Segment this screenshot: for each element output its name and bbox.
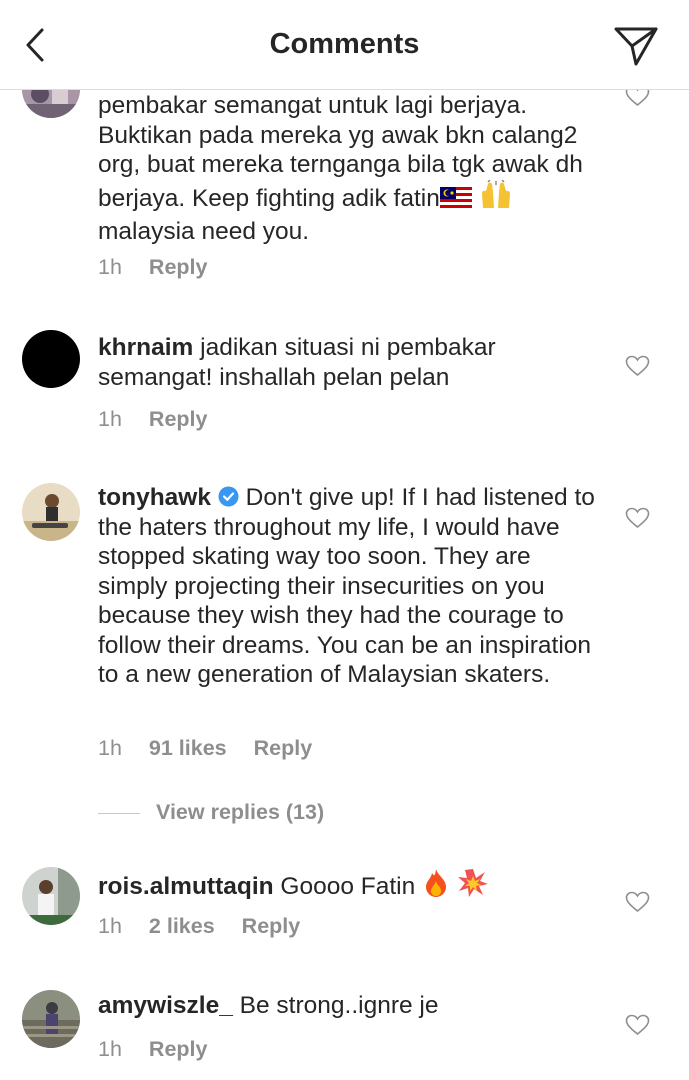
raised-hands-icon bbox=[479, 178, 513, 218]
avatar[interactable] bbox=[22, 990, 80, 1048]
comment-text: khrnaim jadikan situasi ni pembakar sema… bbox=[98, 333, 598, 392]
comment-username[interactable]: khrnaim bbox=[98, 334, 193, 361]
avatar-image bbox=[22, 867, 80, 925]
fire-icon bbox=[422, 868, 450, 906]
header-bar: Comments bbox=[0, 0, 689, 90]
reply-button[interactable]: Reply bbox=[254, 736, 313, 761]
heart-icon[interactable] bbox=[625, 507, 650, 529]
reply-button[interactable]: Reply bbox=[149, 407, 208, 432]
comment-meta: 1h 2 likes Reply bbox=[98, 914, 327, 939]
reply-button[interactable]: Reply bbox=[149, 1037, 208, 1062]
malaysia-flag-icon bbox=[439, 186, 472, 217]
heart-icon[interactable] bbox=[625, 891, 650, 913]
comment-text: tonyhawk Don't give up! If I had listene… bbox=[98, 483, 598, 690]
avatar-image bbox=[22, 483, 80, 541]
divider-line bbox=[98, 812, 140, 814]
comment-username[interactable]: rois.almuttaqin bbox=[98, 873, 274, 900]
view-replies-button[interactable]: View replies (13) bbox=[98, 800, 324, 825]
heart-icon[interactable] bbox=[625, 1014, 650, 1036]
comment-username[interactable]: amywiszle_ bbox=[98, 992, 233, 1019]
comment-body: Goooo Fatin bbox=[280, 873, 416, 900]
reply-button[interactable]: Reply bbox=[149, 255, 208, 280]
comment-meta: 1h Reply bbox=[98, 255, 234, 280]
comment-username[interactable]: tonyhawk bbox=[98, 484, 211, 511]
comment-time: 1h bbox=[98, 407, 122, 431]
comment-body: Be strong..ignre je bbox=[239, 992, 439, 1019]
comment-text: amywiszle_ Be strong..ignre je bbox=[98, 991, 598, 1021]
avatar[interactable] bbox=[22, 483, 80, 541]
comment-text: pembakar semangat untuk lagi berjaya. Bu… bbox=[98, 91, 598, 247]
comment-body-end: malaysia need you. bbox=[98, 218, 310, 245]
comment-time: 1h bbox=[98, 1037, 122, 1061]
collision-icon bbox=[457, 868, 489, 906]
avatar[interactable] bbox=[22, 867, 80, 925]
comment-meta: 1h Reply bbox=[98, 1037, 234, 1062]
comment-meta: 1h 91 likes Reply bbox=[98, 736, 339, 761]
verified-badge-icon bbox=[218, 485, 239, 507]
page-title: Comments bbox=[269, 28, 420, 60]
avatar-image bbox=[22, 990, 80, 1048]
comment-body: Don't give up! If I had listened to the … bbox=[98, 484, 595, 688]
comment-text: rois.almuttaqin Goooo Fatin bbox=[98, 868, 598, 906]
view-replies-label: View replies (13) bbox=[156, 800, 325, 824]
likes-count[interactable]: 2 likes bbox=[149, 914, 215, 939]
heart-icon[interactable] bbox=[625, 355, 650, 377]
likes-count[interactable]: 91 likes bbox=[149, 736, 227, 761]
comment-time: 1h bbox=[98, 914, 122, 938]
reply-button[interactable]: Reply bbox=[242, 914, 301, 939]
comment-meta: 1h Reply bbox=[98, 407, 234, 432]
comment-time: 1h bbox=[98, 736, 122, 760]
paper-plane-icon[interactable] bbox=[612, 24, 660, 68]
avatar[interactable] bbox=[22, 330, 80, 388]
comment-time: 1h bbox=[98, 255, 122, 279]
